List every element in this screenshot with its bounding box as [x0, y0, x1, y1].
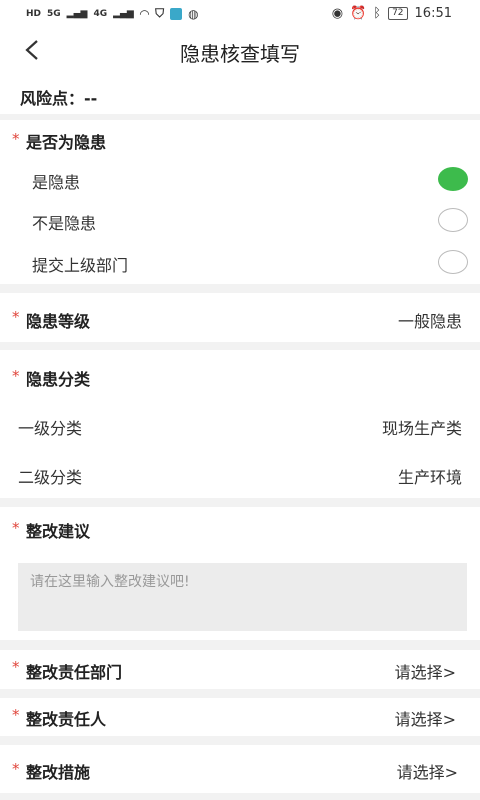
- option-submit-superior-label: 提交上级部门: [32, 256, 129, 275]
- responsible-dept-select[interactable]: 请选择>: [395, 659, 456, 683]
- responsible-person-label: 整改责任人: [26, 710, 107, 729]
- hd-badge: HD: [26, 8, 42, 19]
- measures-label: 整改措施: [26, 763, 91, 782]
- option-not-hazard-radio[interactable]: [438, 208, 468, 232]
- required-mark: *: [12, 130, 20, 148]
- required-mark: *: [12, 658, 20, 676]
- is-hazard-section: * 是否为隐患 是隐患 不是隐患 提交上级部门: [0, 120, 480, 284]
- required-mark: *: [12, 519, 20, 537]
- option-not-hazard-label: 不是隐患: [32, 214, 97, 233]
- hazard-level-row[interactable]: * 隐患等级 一般隐患: [0, 293, 480, 342]
- app-icon: [170, 7, 183, 20]
- hazard-level-label: 隐患等级: [26, 312, 91, 331]
- eye-icon: ◉: [331, 6, 344, 21]
- suggestion-input[interactable]: [18, 563, 467, 631]
- is-hazard-title: 是否为隐患: [26, 133, 107, 152]
- risk-point-label: 风险点：--: [20, 89, 98, 108]
- required-mark: *: [12, 367, 20, 385]
- page-title: 隐患核查填写: [180, 42, 300, 66]
- alarm-icon: ⏰: [350, 6, 367, 21]
- option-submit-superior-radio[interactable]: [438, 250, 468, 274]
- nav-bar: 隐患核查填写: [0, 28, 480, 74]
- responsible-dept-row[interactable]: * 整改责任部门 请选择>: [0, 650, 480, 689]
- hazard-category-title: 隐患分类: [26, 370, 91, 389]
- signal-icon: ▂▄▆: [66, 8, 88, 19]
- responsible-person-row[interactable]: * 整改责任人 请选择>: [0, 698, 480, 736]
- battery-icon: 72: [388, 7, 408, 20]
- status-bar: HD 5G ▂▄▆ 4G ▂▄▆ ◠ ⛉ ◍ ◉ ⏰ ᛒ 72 16:51: [0, 0, 480, 28]
- signal-icon-2: ▂▄▆: [113, 8, 134, 19]
- required-mark: *: [12, 308, 20, 326]
- category-level1-row[interactable]: 一级分类 现场生产类: [0, 405, 480, 445]
- risk-point-section: 风险点：--: [0, 74, 480, 114]
- status-right: ◉ ⏰ ᛒ 72 16:51: [332, 6, 452, 21]
- suggestion-title: 整改建议: [26, 522, 91, 541]
- hazard-level-value: 一般隐患: [397, 312, 462, 331]
- category-level2-row[interactable]: 二级分类 生产环境: [0, 454, 480, 494]
- bluetooth-icon: ᛒ: [373, 6, 382, 21]
- clock: 16:51: [414, 6, 452, 21]
- 5g-badge: 5G: [47, 8, 61, 19]
- category-level1-label: 一级分类: [18, 419, 83, 438]
- required-mark: *: [12, 706, 20, 724]
- category-level1-value: 现场生产类: [381, 419, 462, 438]
- wechat-icon: ◍: [188, 6, 199, 21]
- hazard-category-section: * 隐患分类 一级分类 现场生产类 二级分类 生产环境: [0, 350, 480, 498]
- 4g-badge: 4G: [93, 8, 108, 19]
- status-left: HD 5G ▂▄▆ 4G ▂▄▆ ◠ ⛉ ◍: [26, 6, 199, 21]
- responsible-dept-label: 整改责任部门: [26, 663, 123, 682]
- shield-icon: ⛉: [155, 6, 165, 20]
- required-mark: *: [12, 760, 20, 778]
- option-is-hazard-label: 是隐患: [32, 173, 81, 192]
- category-level2-value: 生产环境: [397, 468, 462, 487]
- measures-row[interactable]: * 整改措施 请选择>: [0, 745, 480, 793]
- wifi-icon: ◠: [139, 6, 150, 21]
- option-is-hazard-radio[interactable]: [438, 167, 468, 191]
- category-level2-label: 二级分类: [18, 468, 83, 487]
- measures-select[interactable]: 请选择>: [397, 759, 458, 783]
- responsible-person-select[interactable]: 请选择>: [395, 706, 456, 730]
